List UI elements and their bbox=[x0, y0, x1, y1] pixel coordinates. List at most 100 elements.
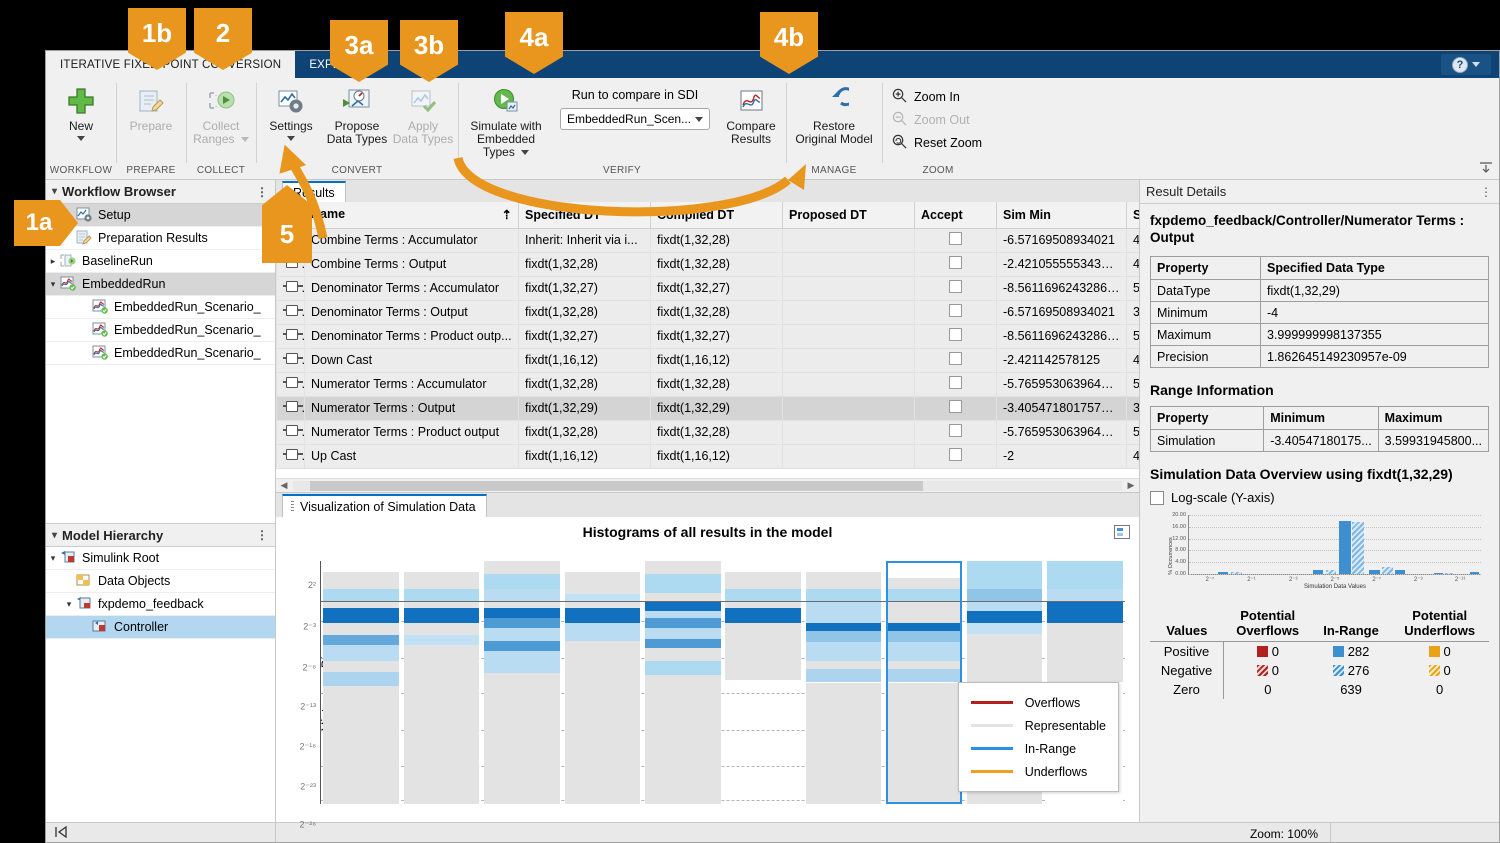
simulate-with-embedded-types-button[interactable]: Simulate with Embedded Types bbox=[460, 82, 552, 161]
chevron-down-icon[interactable]: ▾ bbox=[52, 186, 57, 197]
column-header-label: Sim Max bbox=[1133, 208, 1139, 222]
accept-checkbox[interactable] bbox=[949, 376, 962, 389]
table-row[interactable]: Numerator Terms : Output fixdt(1,32,29) fi… bbox=[276, 396, 1139, 421]
scroll-left-icon[interactable]: ◀ bbox=[278, 480, 290, 491]
results-horizontal-scrollbar[interactable]: ◀ ▶ bbox=[276, 478, 1139, 492]
table-row[interactable]: Combine Terms : Output fixdt(1,32,28) fixd… bbox=[276, 252, 1139, 277]
panel-menu-icon[interactable]: ⋮ bbox=[256, 528, 269, 542]
selected-bar-highlight[interactable] bbox=[886, 561, 962, 804]
tree-node-embeddedrun-scenario[interactable]: EmbeddedRun_Scenario_ bbox=[46, 319, 275, 342]
tree-node-controller[interactable]: Controller bbox=[46, 616, 275, 639]
table-row[interactable]: Numerator Terms : Accumulator fixdt(1,32,… bbox=[276, 372, 1139, 397]
accept-checkbox[interactable] bbox=[949, 328, 962, 341]
tree-node-embeddedrun[interactable]: ▾ EmbeddedRun bbox=[46, 273, 275, 296]
accept-checkbox[interactable] bbox=[949, 448, 962, 461]
tree-node-simulink-root[interactable]: ▾ Simulink Root bbox=[46, 547, 275, 570]
tree-expanded-arrow-icon[interactable]: ▾ bbox=[62, 599, 76, 610]
histogram-bar[interactable] bbox=[403, 561, 480, 804]
collect-ranges-button[interactable]: - - Collect Ranges bbox=[188, 82, 254, 148]
accept-checkbox[interactable] bbox=[949, 280, 962, 293]
cell-accept[interactable] bbox=[914, 396, 997, 421]
histogram-bar[interactable] bbox=[484, 561, 560, 804]
cell-accept[interactable] bbox=[914, 444, 997, 469]
table-row[interactable]: Combine Terms : Accumulator Inherit: Inhe… bbox=[276, 228, 1139, 253]
propose-data-types-button[interactable]: Propose Data Types bbox=[324, 82, 390, 148]
zoom-in-button[interactable]: Zoom In bbox=[892, 88, 982, 106]
scroll-track[interactable] bbox=[293, 480, 1122, 491]
histogram-segment bbox=[645, 592, 721, 602]
table-row[interactable]: Up Castfixdt(1,16,12)fixdt(1,16,12)-24. bbox=[276, 444, 1139, 469]
histogram-bar[interactable] bbox=[564, 561, 641, 804]
log-scale-checkbox-row[interactable]: Log-scale (Y-axis) bbox=[1150, 490, 1489, 505]
chevron-down-icon[interactable]: ▾ bbox=[52, 530, 57, 541]
accept-checkbox[interactable] bbox=[949, 424, 962, 437]
histogram-bar[interactable] bbox=[323, 561, 399, 804]
prepare-button[interactable]: Prepare bbox=[118, 82, 184, 135]
table-row[interactable]: Numerator Terms : Product output fixdt(1,… bbox=[276, 420, 1139, 445]
column-header-accept[interactable]: Accept bbox=[914, 202, 997, 229]
tree-node-embeddedrun-scenario[interactable]: EmbeddedRun_Scenario_ bbox=[46, 342, 275, 365]
table-row[interactable]: Denominator Terms : Accumulator fixdt(1,3… bbox=[276, 276, 1139, 301]
accept-checkbox[interactable] bbox=[949, 256, 962, 269]
tree-expanded-arrow-icon[interactable]: ▾ bbox=[46, 279, 60, 290]
histogram-bar[interactable] bbox=[805, 561, 882, 804]
cell-accept[interactable] bbox=[914, 276, 997, 301]
cell-accept[interactable] bbox=[914, 228, 997, 253]
histogram-bar[interactable] bbox=[725, 561, 801, 804]
tree-node-data-objects[interactable]: Data Objects bbox=[46, 570, 275, 593]
scroll-thumb[interactable] bbox=[309, 480, 924, 491]
scroll-right-icon[interactable]: ▶ bbox=[1125, 480, 1137, 491]
column-header-sim-min[interactable]: Sim Min bbox=[996, 202, 1127, 229]
cell-specified-dt: fixdt(1,16,12) bbox=[518, 444, 651, 469]
accept-checkbox[interactable] bbox=[949, 400, 962, 413]
mini-x-tick: 2⁻³ bbox=[1289, 577, 1298, 583]
new-button[interactable]: New bbox=[48, 82, 114, 143]
settings-button[interactable]: Settings bbox=[258, 82, 324, 143]
model-hierarchy-tree[interactable]: ▾ Simulink Root Data Objects ▾ fxpdemo_feedb… bbox=[46, 547, 275, 822]
tree-node-label: EmbeddedRun_Scenario_ bbox=[114, 323, 261, 337]
histogram-bar[interactable] bbox=[645, 561, 721, 804]
column-header-sim-max[interactable]: Sim Max bbox=[1126, 202, 1139, 229]
column-header-compiled-dt[interactable]: Compiled DT bbox=[650, 202, 783, 229]
collapse-ribbon-button[interactable] bbox=[1479, 162, 1493, 177]
cell-accept[interactable] bbox=[914, 420, 997, 445]
tree-collapsed-arrow-icon[interactable]: ▸ bbox=[46, 256, 60, 267]
table-row[interactable]: Denominator Terms : Output fixdt(1,32,28)… bbox=[276, 300, 1139, 325]
zoom-out-button[interactable]: Zoom Out bbox=[892, 111, 982, 129]
accept-checkbox[interactable] bbox=[949, 304, 962, 317]
panel-menu-icon[interactable]: ⋮ bbox=[256, 185, 269, 199]
accept-checkbox[interactable] bbox=[949, 352, 962, 365]
column-header-name[interactable]: Name ⇡ bbox=[304, 202, 519, 229]
cell-accept[interactable] bbox=[914, 252, 997, 277]
tree-node-setup[interactable]: Setup bbox=[46, 204, 275, 227]
legend-toggle-icon[interactable] bbox=[1114, 525, 1130, 539]
tab-visualization-of-simulation-data[interactable]: Visualization of Simulation Data bbox=[282, 494, 487, 517]
table-row[interactable]: Down Cast fixdt(1,16,12) fixdt(1,16,12) -2.… bbox=[276, 348, 1139, 373]
run-to-compare-select[interactable]: EmbeddedRun_Scen... bbox=[560, 108, 710, 130]
workflow-browser-tree[interactable]: Setup Preparation Results ▸ BaselineRun ▾ Emb… bbox=[46, 204, 275, 523]
log-scale-checkbox[interactable] bbox=[1150, 490, 1164, 505]
drag-grip-icon[interactable] bbox=[291, 501, 294, 512]
tree-node-baselinerun[interactable]: ▸ BaselineRun bbox=[46, 250, 275, 273]
cell-accept[interactable] bbox=[914, 300, 997, 325]
column-header-specified-dt[interactable]: Specified DT bbox=[518, 202, 651, 229]
tree-node-embeddedrun-scenario[interactable]: EmbeddedRun_Scenario_ bbox=[46, 296, 275, 319]
restore-original-model-button[interactable]: Restore Original Model bbox=[788, 82, 880, 148]
help-button[interactable]: ? bbox=[1441, 54, 1491, 75]
tree-node-fxpdemo-feedback[interactable]: ▾ fxpdemo_feedback bbox=[46, 593, 275, 616]
table-cell: Simulation bbox=[1149, 429, 1265, 452]
tree-node-preparation-results[interactable]: Preparation Results bbox=[46, 227, 275, 250]
compare-results-button[interactable]: Compare Results bbox=[718, 82, 784, 148]
panel-menu-icon[interactable]: ⋮ bbox=[1480, 185, 1493, 199]
cell-accept[interactable] bbox=[914, 324, 997, 349]
cell-accept[interactable] bbox=[914, 348, 997, 373]
cell-accept[interactable] bbox=[914, 372, 997, 397]
table-row[interactable]: Denominator Terms : Product outp... fixdt… bbox=[276, 324, 1139, 349]
tree-expanded-arrow-icon[interactable]: ▾ bbox=[46, 553, 60, 564]
column-header-proposed-dt[interactable]: Proposed DT bbox=[782, 202, 915, 229]
apply-data-types-button[interactable]: Apply Data Types bbox=[390, 82, 456, 148]
jump-to-start-icon[interactable] bbox=[54, 825, 68, 841]
reset-zoom-button[interactable]: Reset Zoom bbox=[892, 134, 982, 152]
accept-checkbox[interactable] bbox=[949, 232, 962, 245]
summary-overflows: 0 bbox=[1264, 682, 1272, 697]
